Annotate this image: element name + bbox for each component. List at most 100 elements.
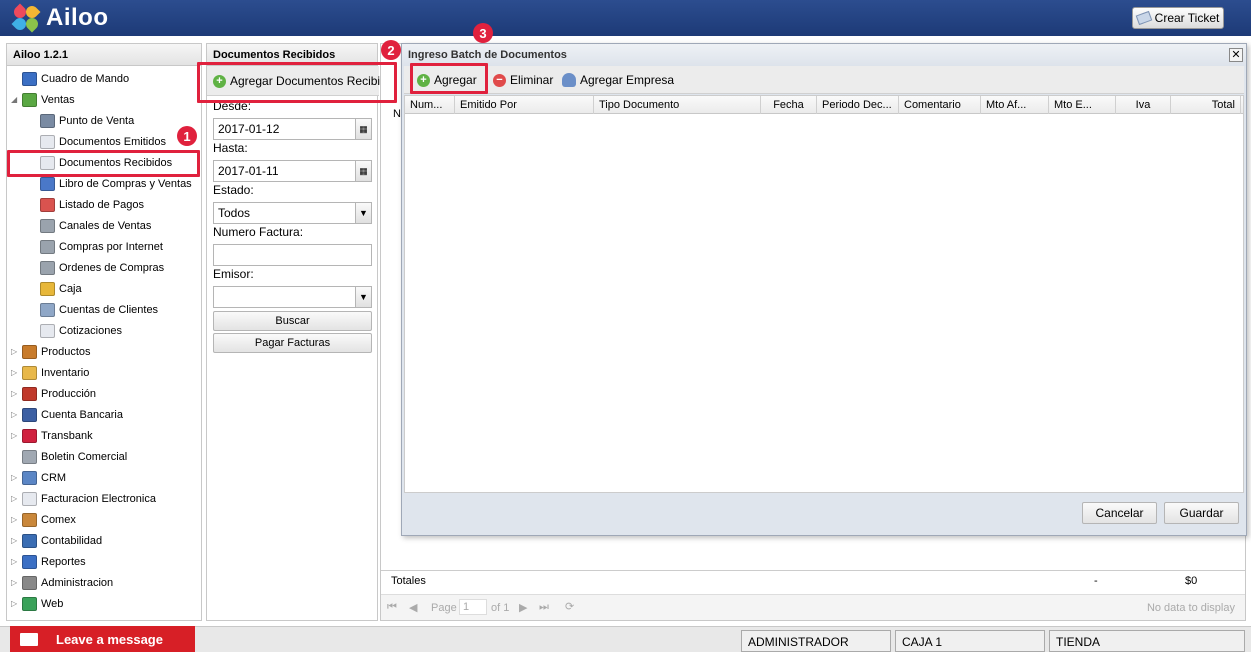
nav-item-inventario[interactable]: Inventario <box>22 363 89 383</box>
bar-chart-icon <box>22 555 37 569</box>
first-page-icon[interactable]: ⏮ <box>387 601 397 614</box>
pos-icon <box>40 114 55 128</box>
hasta-label: Hasta: <box>213 141 248 155</box>
collapse-arrow-icon[interactable]: ◢ <box>11 95 17 104</box>
nav-item-produccion[interactable]: Producción <box>22 384 96 404</box>
grid-column-header[interactable]: Emitido Por <box>455 96 594 114</box>
chevron-down-icon[interactable]: ▼ <box>355 203 371 223</box>
create-ticket-button[interactable]: Crear Ticket <box>1132 7 1224 29</box>
grid-column-header[interactable]: Tipo Documento <box>594 96 761 114</box>
buscar-button[interactable]: Buscar <box>213 311 372 331</box>
pagar-facturas-button[interactable]: Pagar Facturas <box>213 333 372 353</box>
hasta-date-field[interactable]: 2017-01-11 ▦ <box>213 160 372 182</box>
nav-item-ordenes-de-compras[interactable]: Ordenes de Compras <box>40 258 164 278</box>
nav-item-cuadro-de-mando[interactable]: Cuadro de Mando <box>22 69 129 89</box>
box-icon <box>22 345 37 359</box>
expand-arrow-icon[interactable]: ▷ <box>11 368 17 377</box>
app-logo[interactable]: Ailoo <box>11 3 109 33</box>
nav-item-compras-por-internet[interactable]: Compras por Internet <box>40 237 163 257</box>
page-input[interactable]: 1 <box>459 599 487 615</box>
batch-grid-header: Num... Emitido Por Tipo Documento Fecha Peri… <box>405 96 1243 114</box>
nav-item-reportes[interactable]: Reportes <box>22 552 86 572</box>
grid-column-header[interactable]: Total <box>1171 96 1241 114</box>
nav-item-punto-de-venta[interactable]: Punto de Venta <box>40 111 134 131</box>
payments-icon <box>40 198 55 212</box>
navigation-title: Ailoo 1.2.1 <box>7 44 201 66</box>
nav-item-facturacion-electronica[interactable]: Facturacion Electronica <box>22 489 156 509</box>
guardar-button[interactable]: Guardar <box>1164 502 1239 524</box>
nav-item-cuenta-bancaria[interactable]: Cuenta Bancaria <box>22 405 123 425</box>
grid-column-header[interactable]: Num... <box>405 96 455 114</box>
prev-page-icon[interactable]: ◀ <box>409 601 417 614</box>
next-page-icon[interactable]: ▶ <box>519 601 527 614</box>
chevron-down-icon[interactable]: ▼ <box>355 287 371 307</box>
nav-item-contabilidad[interactable]: Contabilidad <box>22 531 102 551</box>
close-icon[interactable]: ✕ <box>1229 48 1243 62</box>
nav-item-label: Compras por Internet <box>59 241 163 253</box>
nav-item-label: Productos <box>41 346 91 358</box>
calendar-icon[interactable]: ▦ <box>355 119 371 139</box>
nav-item-label: Cuentas de Clientes <box>59 304 159 316</box>
refresh-icon[interactable]: ⟳ <box>565 600 574 613</box>
numero-factura-label: Numero Factura: <box>213 225 304 239</box>
nav-item-label: Contabilidad <box>41 535 103 547</box>
nav-item-cotizaciones[interactable]: Cotizaciones <box>40 321 122 341</box>
nav-item-boletin-comercial[interactable]: Boletin Comercial <box>22 447 127 467</box>
eliminar-button[interactable]: − Eliminar <box>490 69 556 91</box>
nav-item-label: Reportes <box>41 556 86 568</box>
expand-arrow-icon[interactable]: ▷ <box>11 473 17 482</box>
grid-column-header[interactable]: Iva <box>1116 96 1171 114</box>
expand-arrow-icon[interactable]: ▷ <box>11 494 17 503</box>
grid-column-header[interactable]: Mto E... <box>1049 96 1116 114</box>
book-icon <box>40 177 55 191</box>
nav-item-canales-de-ventas[interactable]: Canales de Ventas <box>40 216 151 236</box>
totales-dash: - <box>1094 575 1098 587</box>
expand-arrow-icon[interactable]: ▷ <box>11 536 17 545</box>
grid-column-header[interactable]: Mto Af... <box>981 96 1049 114</box>
desde-date-field[interactable]: 2017-01-12 ▦ <box>213 118 372 140</box>
expand-arrow-icon[interactable]: ▷ <box>11 599 17 608</box>
highlight-agregar-button <box>410 63 488 94</box>
calendar-icon[interactable]: ▦ <box>355 161 371 181</box>
expand-arrow-icon[interactable]: ▷ <box>11 389 17 398</box>
grid-column-header[interactable]: Fecha <box>761 96 817 114</box>
emisor-label: Emisor: <box>213 267 254 281</box>
agregar-empresa-button[interactable]: Agregar Empresa <box>559 69 677 91</box>
gear-icon <box>22 576 37 590</box>
nav-item-caja[interactable]: Caja <box>40 279 82 299</box>
cancelar-button[interactable]: Cancelar <box>1082 502 1157 524</box>
expand-arrow-icon[interactable]: ▷ <box>11 578 17 587</box>
emisor-select[interactable]: ▼ <box>213 286 372 308</box>
nav-item-label: Transbank <box>41 430 93 442</box>
nav-item-libro-de-compras-y-ventas[interactable]: Libro de Compras y Ventas <box>40 174 192 194</box>
leave-message-button[interactable]: Leave a message <box>10 626 195 652</box>
estado-select[interactable]: Todos ▼ <box>213 202 372 224</box>
nav-item-label: Listado de Pagos <box>59 199 145 211</box>
nav-item-comex[interactable]: Comex <box>22 510 76 530</box>
expand-arrow-icon[interactable]: ▷ <box>11 557 17 566</box>
expand-arrow-icon[interactable]: ▷ <box>11 515 17 524</box>
nav-item-productos[interactable]: Productos <box>22 342 91 362</box>
nav-item-administracion[interactable]: Administracion <box>22 573 113 593</box>
expand-arrow-icon[interactable]: ▷ <box>11 431 17 440</box>
nav-item-web[interactable]: Web <box>22 594 63 614</box>
expand-arrow-icon[interactable]: ▷ <box>11 410 17 419</box>
expand-arrow-icon[interactable]: ▷ <box>11 347 17 356</box>
nav-item-listado-de-pagos[interactable]: Listado de Pagos <box>40 195 144 215</box>
nav-item-documentos-emitidos[interactable]: Documentos Emitidos <box>40 132 166 152</box>
nav-item-cuentas-de-clientes[interactable]: Cuentas de Clientes <box>40 300 158 320</box>
nav-item-transbank[interactable]: Transbank <box>22 426 93 446</box>
grid-column-header[interactable]: Periodo Dec... <box>817 96 899 114</box>
grid-column-header[interactable]: Comentario <box>899 96 981 114</box>
nav-item-label: Producción <box>41 388 97 400</box>
nav-item-label: Ordenes de Compras <box>59 262 165 274</box>
status-caja: CAJA 1 <box>895 630 1045 652</box>
eliminar-label: Eliminar <box>510 73 554 87</box>
nav-item-crm[interactable]: CRM <box>22 468 66 488</box>
last-page-icon[interactable]: ⏭ <box>539 601 549 614</box>
annotation-badge-3: 3 <box>473 23 493 43</box>
page-label: Page <box>431 602 457 614</box>
totales-row: Totales - $0 <box>381 570 1245 592</box>
numero-factura-input[interactable] <box>213 244 372 266</box>
nav-item-ventas[interactable]: Ventas <box>22 90 75 110</box>
